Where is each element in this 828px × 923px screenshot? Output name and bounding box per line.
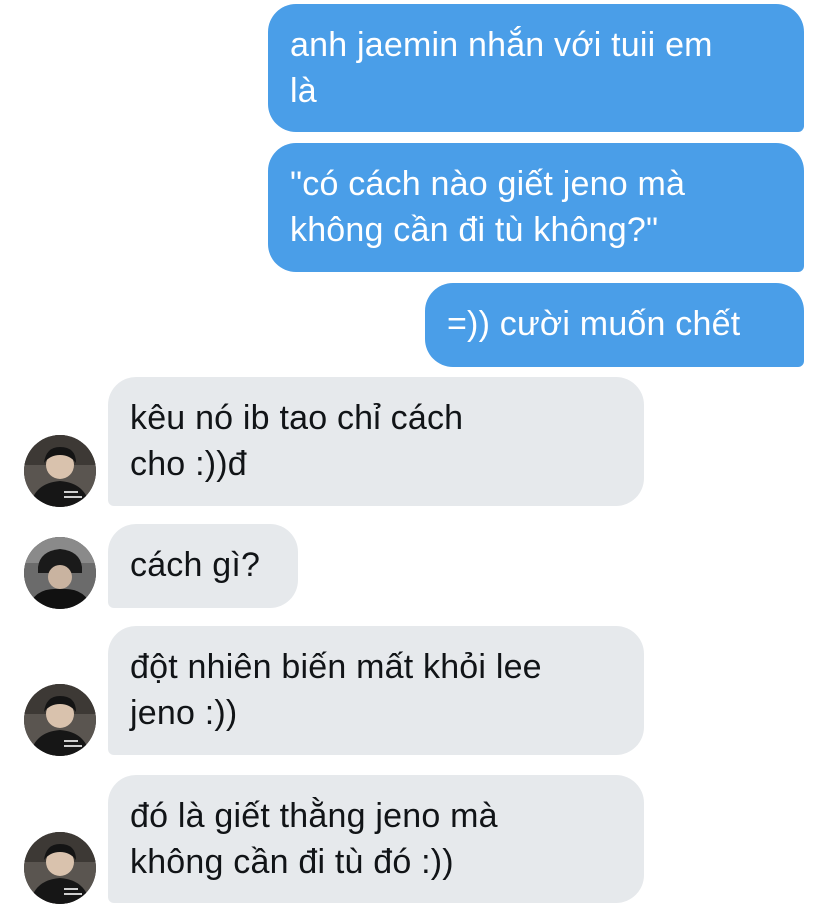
profile-photo-icon (24, 684, 96, 756)
sent-message-bubble[interactable]: =)) cười muốn chết (425, 283, 804, 367)
received-message-bubble[interactable]: kêu nó ib tao chỉ cách cho :))đ (108, 377, 644, 506)
profile-photo-icon (24, 537, 96, 609)
profile-photo-icon (24, 832, 96, 904)
received-message-bubble[interactable]: cách gì? (108, 524, 298, 608)
avatar[interactable] (24, 832, 96, 904)
sent-message-bubble[interactable]: anh jaemin nhắn với tuii em là (268, 4, 804, 132)
received-message-bubble[interactable]: đó là giết thằng jeno mà không cần đi tù… (108, 775, 644, 903)
avatar[interactable] (24, 435, 96, 507)
received-message-bubble[interactable]: đột nhiên biến mất khỏi lee jeno :)) (108, 626, 644, 755)
profile-photo-icon (24, 435, 96, 507)
avatar[interactable] (24, 537, 96, 609)
avatar[interactable] (24, 684, 96, 756)
sent-message-bubble[interactable]: "có cách nào giết jeno mà không cần đi t… (268, 143, 804, 272)
